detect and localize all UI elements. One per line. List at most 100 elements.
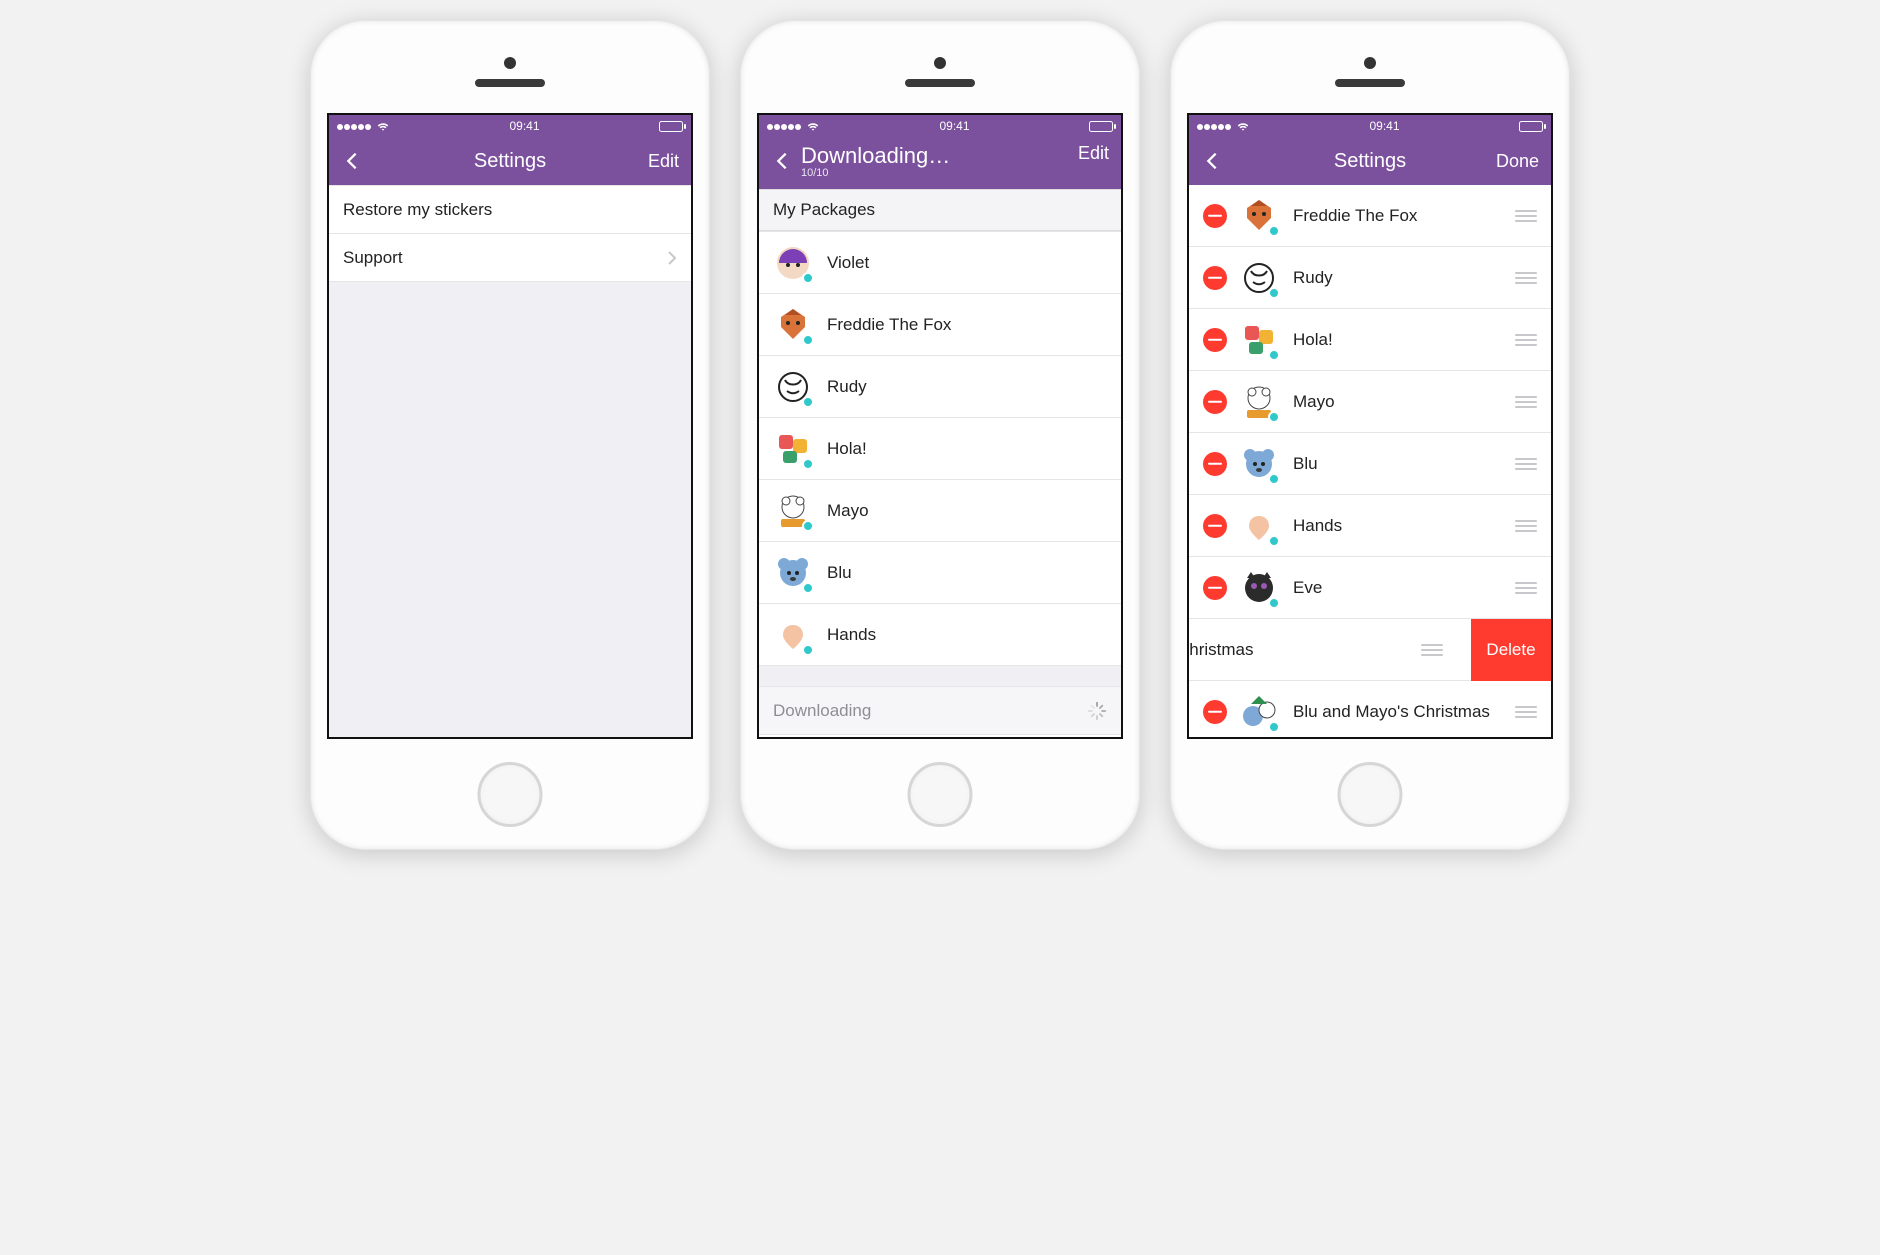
phone-mockup-3: 09:41 Settings Done Freddie The Fox Rudy H… bbox=[1170, 20, 1570, 850]
package-row[interactable]: Freddie The Fox bbox=[1189, 185, 1551, 247]
package-row[interactable]: Rudy bbox=[759, 356, 1121, 418]
package-row[interactable]: Freddie The Fox bbox=[759, 294, 1121, 356]
row-restore-stickers[interactable]: Restore my stickers bbox=[329, 186, 691, 234]
sticker-thumb-icon bbox=[1239, 196, 1279, 236]
row-label: Support bbox=[343, 248, 403, 268]
back-button[interactable] bbox=[341, 150, 363, 172]
nav-bar: Settings Done bbox=[1189, 137, 1551, 185]
reorder-handle-icon[interactable] bbox=[1515, 458, 1537, 470]
reorder-handle-icon[interactable] bbox=[1515, 396, 1537, 408]
package-name: Freddie The Fox bbox=[1293, 206, 1417, 226]
signal-dots-icon bbox=[767, 119, 802, 133]
package-row[interactable]: Hands bbox=[1189, 495, 1551, 557]
back-button[interactable] bbox=[1201, 150, 1223, 172]
done-button[interactable]: Done bbox=[1496, 151, 1539, 172]
sticker-thumb-icon bbox=[1239, 258, 1279, 298]
package-row-swiped: Christmas Delete bbox=[1189, 619, 1551, 681]
row-downloading: Downloading bbox=[759, 687, 1121, 735]
status-time: 09:41 bbox=[1369, 119, 1399, 133]
package-name: Freddie The Fox bbox=[827, 315, 951, 335]
delete-minus-button[interactable] bbox=[1203, 390, 1227, 414]
delete-minus-button[interactable] bbox=[1203, 204, 1227, 228]
sticker-thumb-icon bbox=[1239, 506, 1279, 546]
package-name: Mayo bbox=[1293, 392, 1335, 412]
package-name: Blu bbox=[1293, 454, 1318, 474]
back-button[interactable] bbox=[771, 150, 793, 172]
nav-title: Settings bbox=[1334, 150, 1406, 172]
spinner-icon bbox=[1087, 701, 1107, 721]
sticker-thumb-icon bbox=[773, 553, 813, 593]
row-support[interactable]: Support bbox=[759, 735, 1121, 737]
package-row[interactable]: Eve bbox=[1189, 557, 1551, 619]
delete-minus-button[interactable] bbox=[1203, 514, 1227, 538]
delete-minus-button[interactable] bbox=[1203, 328, 1227, 352]
nav-bar: Downloading… 10/10 Edit bbox=[759, 137, 1121, 189]
status-time: 09:41 bbox=[509, 119, 539, 133]
screen-2: 09:41 Downloading… 10/10 Edit My Package… bbox=[757, 113, 1123, 739]
home-button[interactable] bbox=[478, 762, 543, 827]
home-button[interactable] bbox=[908, 762, 973, 827]
edit-button[interactable]: Edit bbox=[1078, 143, 1109, 164]
row-label: Restore my stickers bbox=[343, 200, 492, 220]
delete-minus-button[interactable] bbox=[1203, 700, 1227, 724]
content-area: Freddie The Fox Rudy Hola! Mayo Blu Hands Eve C… bbox=[1189, 185, 1551, 737]
reorder-handle-icon[interactable] bbox=[1515, 334, 1537, 346]
sticker-thumb-icon bbox=[773, 305, 813, 345]
sticker-thumb-icon bbox=[773, 429, 813, 469]
sticker-thumb-icon bbox=[773, 367, 813, 407]
nav-bar: Settings Edit bbox=[329, 137, 691, 185]
delete-minus-button[interactable] bbox=[1203, 576, 1227, 600]
reorder-handle-icon[interactable] bbox=[1515, 272, 1537, 284]
wifi-icon bbox=[806, 119, 820, 133]
package-name: Hola! bbox=[1293, 330, 1333, 350]
delete-minus-button[interactable] bbox=[1203, 266, 1227, 290]
delete-button[interactable]: Delete bbox=[1471, 619, 1551, 681]
screen-1: 09:41 Settings Edit Restore my stickers … bbox=[327, 113, 693, 739]
sticker-thumb-icon bbox=[1239, 382, 1279, 422]
package-row[interactable]: Blu and Mayo's Christmas bbox=[1189, 681, 1551, 737]
battery-icon bbox=[1089, 121, 1113, 132]
package-name: Hands bbox=[1293, 516, 1342, 536]
phone-mockup-1: 09:41 Settings Edit Restore my stickers … bbox=[310, 20, 710, 850]
status-bar: 09:41 bbox=[1189, 115, 1551, 137]
sticker-thumb-icon bbox=[1239, 320, 1279, 360]
row-support[interactable]: Support bbox=[329, 234, 691, 282]
package-row[interactable]: Violet bbox=[759, 232, 1121, 294]
package-name: Blu bbox=[827, 563, 852, 583]
reorder-handle-icon[interactable] bbox=[1515, 210, 1537, 222]
signal-dots-icon bbox=[337, 119, 372, 133]
content-area: Restore my stickers Support bbox=[329, 185, 691, 737]
package-row[interactable]: Rudy bbox=[1189, 247, 1551, 309]
chevron-right-icon bbox=[667, 250, 677, 266]
reorder-handle-icon[interactable] bbox=[1421, 644, 1443, 656]
package-name: Violet bbox=[827, 253, 869, 273]
wifi-icon bbox=[1236, 119, 1250, 133]
section-header-my-packages: My Packages bbox=[759, 189, 1121, 231]
reorder-handle-icon[interactable] bbox=[1515, 582, 1537, 594]
home-button[interactable] bbox=[1338, 762, 1403, 827]
package-name: Christmas bbox=[1189, 640, 1254, 660]
package-row[interactable]: Blu bbox=[759, 542, 1121, 604]
nav-title: Downloading… bbox=[801, 143, 950, 169]
sticker-thumb-icon bbox=[773, 491, 813, 531]
signal-dots-icon bbox=[1197, 119, 1232, 133]
package-name: Hands bbox=[827, 625, 876, 645]
reorder-handle-icon[interactable] bbox=[1515, 520, 1537, 532]
package-name: Hola! bbox=[827, 439, 867, 459]
package-name: Rudy bbox=[1293, 268, 1333, 288]
package-name: Blu and Mayo's Christmas bbox=[1293, 702, 1490, 722]
package-name: Eve bbox=[1293, 578, 1322, 598]
edit-button[interactable]: Edit bbox=[648, 151, 679, 172]
package-row[interactable]: Hola! bbox=[759, 418, 1121, 480]
package-row[interactable]: Hands bbox=[759, 604, 1121, 666]
nav-subtitle: 10/10 bbox=[801, 167, 829, 179]
package-row[interactable]: Hola! bbox=[1189, 309, 1551, 371]
package-row[interactable]: Mayo bbox=[1189, 371, 1551, 433]
status-bar: 09:41 bbox=[329, 115, 691, 137]
package-row[interactable]: Mayo bbox=[759, 480, 1121, 542]
reorder-handle-icon[interactable] bbox=[1515, 706, 1537, 718]
package-name: Rudy bbox=[827, 377, 867, 397]
battery-icon bbox=[1519, 121, 1543, 132]
package-row[interactable]: Blu bbox=[1189, 433, 1551, 495]
delete-minus-button[interactable] bbox=[1203, 452, 1227, 476]
